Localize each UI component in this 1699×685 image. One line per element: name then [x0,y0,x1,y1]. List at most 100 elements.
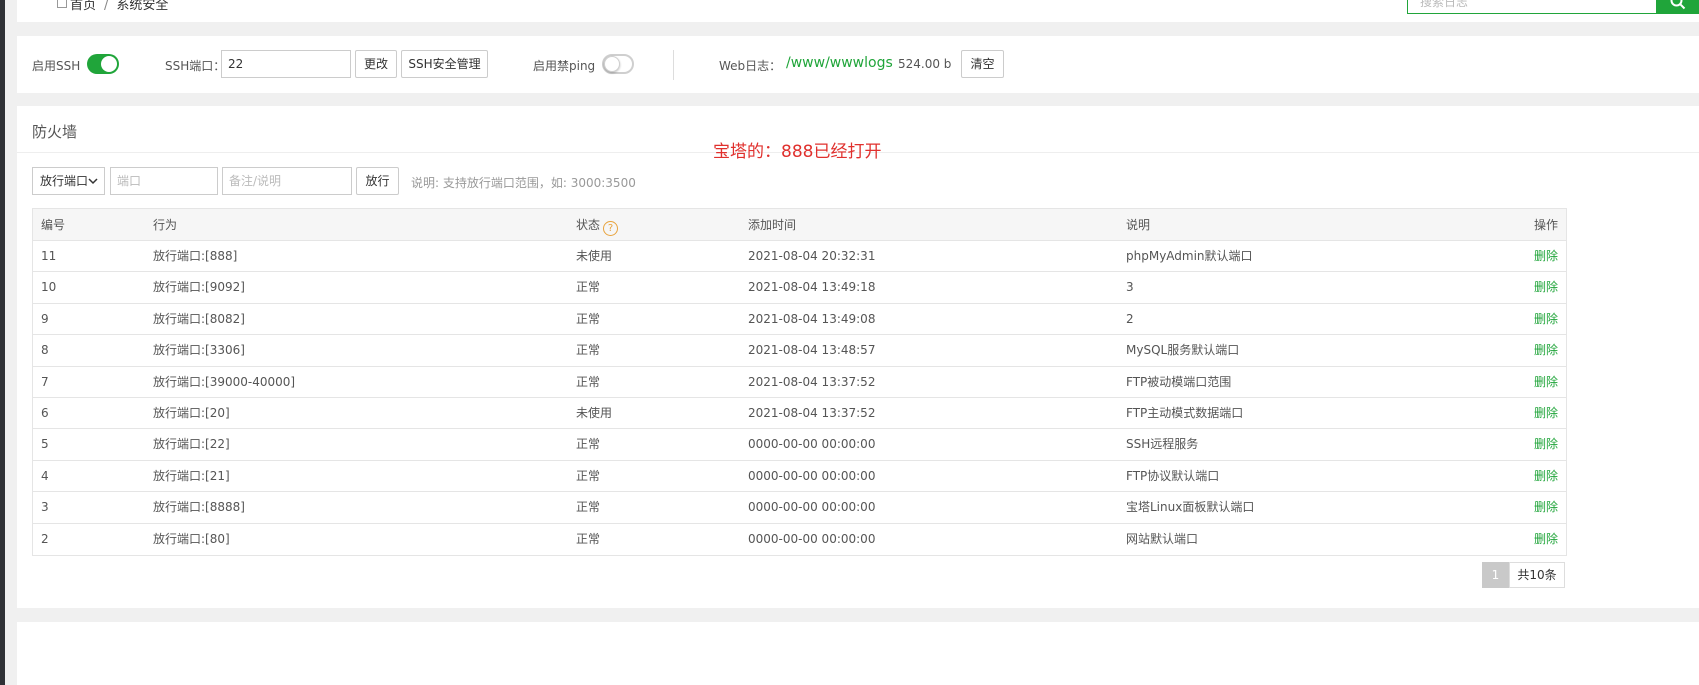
ssh-security-manage-button[interactable]: SSH安全管理 [401,50,488,78]
ssh-settings-panel: 启用SSH SSH端口： 22 更改 SSH安全管理 启用禁ping Web日志… [17,36,1699,93]
page-current[interactable]: 1 [1482,562,1509,588]
row-time: 2021-08-04 13:37:52 [748,405,876,420]
home-icon [57,0,67,8]
red-annotation-text: 宝塔的：888已经打开 [713,142,882,162]
ping-ban-toggle[interactable] [602,54,634,74]
row-action: 放行端口:[22] [153,437,230,452]
row-desc: SSH远程服务 [1126,437,1199,452]
toggle-knob [604,56,620,72]
row-id: 4 [41,468,49,483]
table-row: 4 放行端口:[21] 正常 0000-00-00 00:00:00 FTP协议默认端口… [33,461,1566,493]
table-row: 10 放行端口:[9092] 正常 2021-08-04 13:49:18 3 删除 [33,272,1566,304]
row-status: 未使用 [576,249,613,263]
remark-input[interactable]: 备注/说明 [222,167,352,195]
log-search: 搜索日志 [1407,0,1699,14]
firewall-table: 编号 行为 状态? 添加时间 说明 操作 11 放行端口:[888] 未使用 2021… [32,208,1567,556]
row-status: 正常 [576,500,601,515]
row-desc: phpMyAdmin默认端口 [1126,249,1253,263]
weblog-label: Web日志： [719,59,782,73]
ssh-port-change-button[interactable]: 更改 [355,50,397,78]
row-id: 3 [41,500,49,515]
column-header-status-label: 状态 [576,218,601,232]
breadcrumb: 首页 / 系统安全 [57,0,168,13]
row-status: 正常 [576,468,601,483]
row-desc: MySQL服务默认端口 [1126,343,1240,358]
delete-button[interactable]: 删除 [1534,398,1558,429]
row-action: 放行端口:[3306] [153,343,245,358]
row-time: 2021-08-04 13:49:08 [748,311,876,326]
row-desc: FTP主动模式数据端口 [1126,405,1244,420]
delete-button[interactable]: 删除 [1534,461,1558,492]
table-row: 5 放行端口:[22] 正常 0000-00-00 00:00:00 SSH远程服务 删除 [33,429,1566,461]
ssh-port-label: SSH端口： [165,59,226,73]
column-header-status: 状态? [576,209,619,241]
row-action: 放行端口:[21] [153,468,230,483]
row-time: 0000-00-00 00:00:00 [748,437,876,452]
left-sidebar-edge [0,0,5,685]
allow-port-button[interactable]: 放行 [356,167,399,195]
action-select[interactable]: 放行端口 [32,167,105,195]
row-time: 0000-00-00 00:00:00 [748,500,876,515]
table-row: 8 放行端口:[3306] 正常 2021-08-04 13:48:57 MySQL服务… [33,335,1566,367]
column-header-action: 行为 [153,218,178,232]
row-time: 2021-08-04 13:37:52 [748,374,876,389]
table-row: 11 放行端口:[888] 未使用 2021-08-04 20:32:31 phpMyA… [33,241,1566,273]
help-icon[interactable]: ? [603,221,619,236]
ssh-enable-label: 启用SSH [32,59,81,73]
port-input[interactable]: 端口 [110,167,218,195]
search-button[interactable] [1657,0,1699,14]
row-id: 10 [41,280,57,295]
column-header-time: 添加时间 [748,218,797,232]
breadcrumb-home[interactable]: 首页 [70,0,96,13]
search-icon [1670,0,1686,10]
row-id: 11 [41,249,57,263]
page-total-count: 共10条 [1509,562,1565,588]
column-header-op: 操作 [1533,218,1558,232]
row-id: 8 [41,343,49,358]
row-action: 放行端口:[80] [153,531,230,546]
row-desc: 网站默认端口 [1126,531,1199,546]
column-header-id: 编号 [41,218,66,232]
ssh-port-input[interactable]: 22 [221,50,351,78]
row-status: 正常 [576,280,601,295]
row-id: 7 [41,374,49,389]
table-row: 7 放行端口:[39000-40000] 正常 2021-08-04 13:37:52… [33,367,1566,398]
weblog-size: 524.00 b [898,57,952,71]
row-id: 5 [41,437,49,452]
delete-button[interactable]: 删除 [1534,304,1558,335]
delete-button[interactable]: 删除 [1534,335,1558,366]
firewall-title: 防火墙 [32,123,78,141]
row-id: 2 [41,531,49,546]
row-status: 未使用 [576,405,613,420]
row-time: 0000-00-00 00:00:00 [748,531,876,546]
chevron-down-icon [88,178,98,185]
row-action: 放行端口:[8082] [153,311,245,326]
delete-button[interactable]: 删除 [1534,241,1558,272]
row-action: 放行端口:[888] [153,249,238,263]
weblog-path-link[interactable]: /www/wwwlogs [786,55,893,71]
delete-button[interactable]: 删除 [1534,492,1558,523]
delete-button[interactable]: 删除 [1534,272,1558,303]
row-action: 放行端口:[20] [153,405,230,420]
table-header: 编号 行为 状态? 添加时间 说明 操作 [33,209,1566,241]
action-select-value: 放行端口 [40,174,89,188]
row-id: 9 [41,311,49,326]
delete-button[interactable]: 删除 [1534,524,1558,555]
row-action: 放行端口:[8888] [153,500,245,515]
port-range-note: 说明: 支持放行端口范围，如: 3000:3500 [411,176,636,190]
row-status: 正常 [576,531,601,546]
row-time: 2021-08-04 13:49:18 [748,280,876,295]
search-input[interactable]: 搜索日志 [1407,0,1657,14]
delete-button[interactable]: 删除 [1534,367,1558,398]
table-row: 9 放行端口:[8082] 正常 2021-08-04 13:49:08 2 删除 [33,304,1566,336]
breadcrumb-current: 系统安全 [116,0,169,13]
row-time: 0000-00-00 00:00:00 [748,468,876,483]
weblog-clear-button[interactable]: 清空 [961,50,1004,78]
delete-button[interactable]: 删除 [1534,429,1558,460]
row-action: 放行端口:[9092] [153,280,245,295]
top-bar: 首页 / 系统安全 搜索日志 [17,0,1699,22]
toggle-knob [101,56,117,72]
row-desc: FTP被动模端口范围 [1126,374,1232,389]
ssh-enable-toggle[interactable] [87,54,119,74]
next-panel [17,622,1699,685]
